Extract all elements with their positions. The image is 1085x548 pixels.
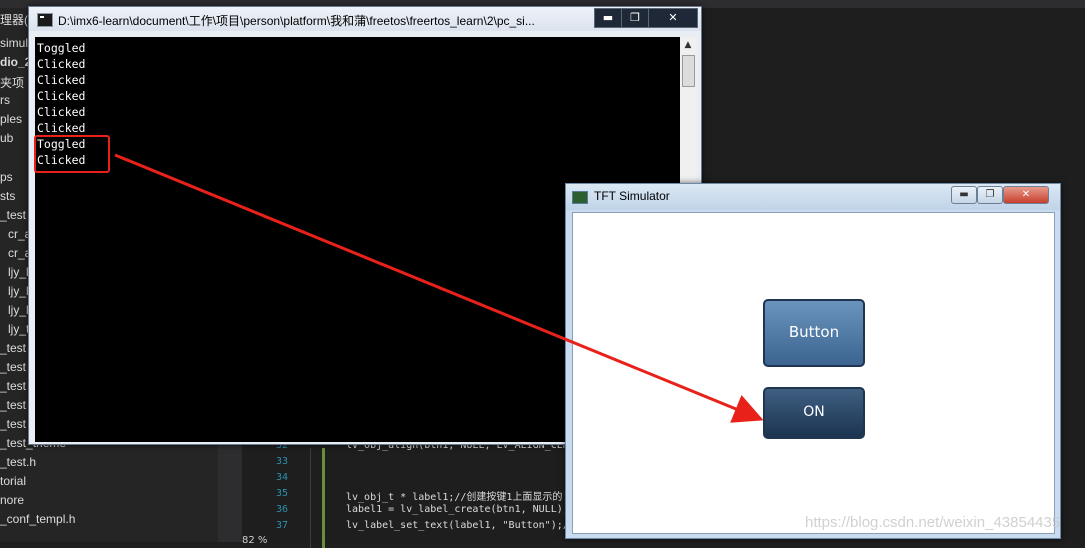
annotation-arrow xyxy=(114,153,764,423)
watermark: https://blog.csdn.net/weixin_43854435 xyxy=(805,514,1061,531)
